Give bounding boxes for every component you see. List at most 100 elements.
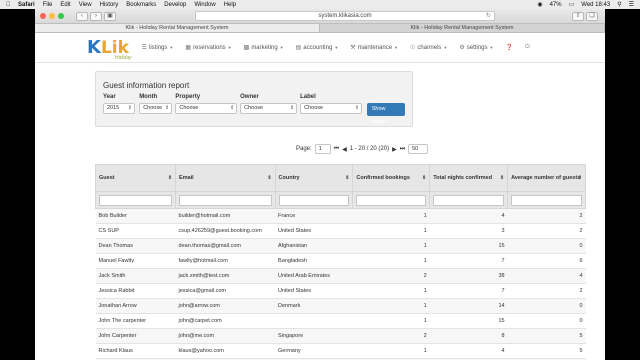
- owner-select[interactable]: Choose ⇕: [240, 103, 298, 114]
- battery-percent[interactable]: 47%: [550, 2, 562, 8]
- header-average-guests[interactable]: Average number of guests ⇕: [507, 164, 586, 192]
- table-row[interactable]: Jonathan Arrow john@arrow.com Denmark 1 14 0: [95, 298, 586, 314]
- apple-icon[interactable]: : [6, 2, 12, 8]
- nav-maintenance[interactable]: ⚒ maintenance ▼: [350, 44, 398, 52]
- header-country-label: Country: [278, 175, 300, 181]
- cell-country: Denmark: [275, 298, 353, 314]
- bookings-filter-input[interactable]: [356, 194, 427, 206]
- nav-settings[interactable]: ⚙ settings ▼: [459, 44, 494, 52]
- page-label: Page:: [296, 146, 312, 152]
- cell-country: United States: [275, 223, 353, 239]
- table-row[interactable]: CS SUP csup.426259@guest.booking.com Unite…: [95, 223, 586, 239]
- email-filter-input[interactable]: [179, 194, 272, 206]
- menu-list-icon[interactable]: ☰: [629, 1, 634, 8]
- header-country[interactable]: Country ⇕: [274, 164, 354, 192]
- back-icon[interactable]: ‹: [76, 11, 88, 21]
- reload-icon[interactable]: ↻: [486, 12, 491, 20]
- nav-listings[interactable]: ☰ listings ▼: [142, 44, 174, 52]
- next-page-icon[interactable]: ▶: [392, 146, 397, 153]
- forward-icon[interactable]: ›: [90, 11, 102, 21]
- sidebar-icon[interactable]: ▣: [104, 11, 116, 21]
- menu-edit[interactable]: Edit: [60, 2, 70, 8]
- month-select[interactable]: Choose ⇕: [139, 103, 173, 114]
- chevron-down-icon: ▼: [227, 45, 232, 50]
- cell-email: klaus@yahoo.com: [175, 343, 276, 359]
- menu-window[interactable]: Window: [194, 2, 215, 8]
- last-page-icon[interactable]: ⏭: [400, 146, 405, 153]
- menu-view[interactable]: View: [79, 2, 92, 8]
- page-select[interactable]: 1: [314, 144, 331, 154]
- country-filter-input[interactable]: [278, 194, 350, 206]
- close-window-icon[interactable]: [40, 13, 46, 19]
- owner-label: Owner: [240, 94, 259, 100]
- table-row[interactable]: John Carpenter john@me.com Singapore 2 8 5: [95, 328, 586, 344]
- address-bar[interactable]: system.klikasia.com ↻: [195, 11, 495, 21]
- share-icon[interactable]: ⇧: [572, 11, 584, 21]
- property-select[interactable]: Choose ⇕: [175, 103, 238, 114]
- table-row[interactable]: Dean Thomas dean.thomas@gmail.com Afghanis…: [95, 238, 586, 254]
- guest-filter-input[interactable]: [99, 194, 173, 206]
- klik-logo[interactable]: K Lik Holiday: [87, 37, 132, 61]
- show-report-button[interactable]: Show report: [366, 103, 405, 125]
- nav-reservations[interactable]: ▦ reservations ▼: [185, 44, 232, 52]
- nav-accounting-label: accounting: [303, 44, 333, 51]
- cell-bookings: 1: [352, 208, 430, 224]
- battery-icon[interactable]: ▭: [569, 1, 575, 8]
- browser-tab-1[interactable]: Klik - Holiday Rental Management System: [35, 24, 320, 32]
- menu-history[interactable]: History: [100, 2, 119, 8]
- page-value: 1: [318, 146, 322, 152]
- header-bookings-label: Confirmed bookings: [356, 175, 410, 181]
- wrench-icon: ⚒: [350, 45, 356, 51]
- prev-page-icon[interactable]: ◀: [342, 146, 347, 153]
- nav-marketing[interactable]: ▩ marketing ▼: [244, 44, 284, 52]
- browser-tab-2[interactable]: Klik - Holiday Rental Management System: [320, 24, 605, 32]
- logout-button[interactable]: ⏻: [525, 44, 530, 51]
- per-page-value: 50: [412, 146, 419, 152]
- first-page-icon[interactable]: ⏮: [334, 146, 339, 153]
- menu-help[interactable]: Help: [224, 2, 236, 8]
- table-row[interactable]: John The carpenter john@carpet.com 1 15 0: [95, 313, 586, 329]
- header-confirmed-bookings[interactable]: Confirmed bookings ⇕: [352, 164, 431, 192]
- nights-filter-input[interactable]: [433, 194, 505, 206]
- year-select[interactable]: 2015 ⇕: [103, 103, 135, 114]
- header-nights-label: Total nights confirmed: [433, 175, 493, 181]
- guests-filter-input[interactable]: [511, 194, 582, 206]
- per-page-select[interactable]: 50: [408, 144, 429, 154]
- header-email[interactable]: Email ⇕: [175, 164, 276, 192]
- menu-bookmarks[interactable]: Bookmarks: [126, 2, 156, 8]
- table-row[interactable]: Jack Smith jack.smith@test.com United Arab…: [95, 268, 586, 284]
- label-select[interactable]: Choose ⇕: [300, 103, 363, 114]
- nav-channels[interactable]: ☉ channels ▼: [410, 44, 447, 52]
- cell-nights: 15: [429, 313, 508, 329]
- nav-channels-label: channels: [417, 44, 442, 51]
- header-guest[interactable]: Guest ⇕: [94, 164, 177, 192]
- table-row[interactable]: Manuel Fawlty fawlty@hotmail.com Banglades…: [95, 253, 586, 269]
- cell-bookings: 1: [352, 283, 430, 299]
- header-total-nights[interactable]: Total nights confirmed ⇕: [429, 164, 509, 192]
- help-button[interactable]: ❓: [505, 44, 512, 51]
- nav-maintenance-label: maintenance: [357, 44, 393, 51]
- tabs-overview-icon[interactable]: ❏: [586, 11, 598, 21]
- cell-nights: 15: [429, 238, 508, 254]
- owner-value: Choose: [244, 105, 264, 111]
- zoom-window-icon[interactable]: [58, 13, 64, 19]
- table-row[interactable]: Richard Klaus klaus@yahoo.com Germany 1 4 5: [95, 343, 586, 359]
- table-row[interactable]: Jessica Rabbit jessica@gmail.com United St…: [95, 283, 586, 299]
- menu-file[interactable]: File: [43, 2, 53, 8]
- clock[interactable]: Wed 18:43: [581, 2, 610, 8]
- chevron-down-icon: ▼: [489, 45, 494, 50]
- page-range: 1 - 20 / 20 (20): [349, 146, 390, 152]
- dollar-icon: ▤: [295, 45, 302, 51]
- select-arrows-icon: ⇕: [230, 105, 235, 111]
- search-icon[interactable]: ⚲: [617, 1, 621, 8]
- cell-country: United States: [275, 283, 353, 299]
- cell-nights: 38: [429, 268, 508, 284]
- table-body: Bob Builder builder@hotmail.com France 1 4 2 C…: [95, 208, 586, 360]
- nav-accounting[interactable]: ▤ accounting ▼: [295, 44, 339, 52]
- minimize-window-icon[interactable]: [49, 13, 55, 19]
- table-row[interactable]: Bob Builder builder@hotmail.com France 1 4 2: [95, 208, 586, 224]
- menu-develop[interactable]: Develop: [164, 2, 186, 8]
- wifi-icon[interactable]: ◉: [537, 1, 542, 8]
- menu-app[interactable]: Safari: [18, 2, 35, 8]
- cell-country: United Arab Emirates: [275, 268, 353, 284]
